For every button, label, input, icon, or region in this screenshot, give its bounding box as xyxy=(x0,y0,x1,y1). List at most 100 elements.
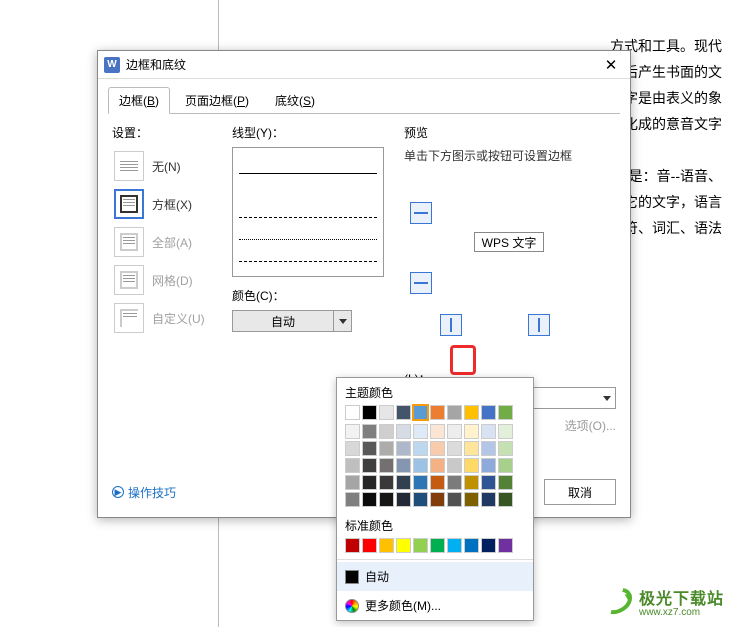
tab-page-borders[interactable]: 页面边框(P) xyxy=(174,87,260,114)
close-button[interactable]: ✕ xyxy=(598,54,624,76)
color-swatch[interactable] xyxy=(379,492,394,507)
setting-all[interactable]: 全部(A) xyxy=(112,223,220,261)
color-swatch[interactable] xyxy=(413,492,428,507)
color-swatch[interactable] xyxy=(447,441,462,456)
edge-button-bottom[interactable] xyxy=(410,272,432,294)
line-style-dash[interactable] xyxy=(239,200,377,218)
color-swatch[interactable] xyxy=(498,441,513,456)
color-swatch[interactable] xyxy=(498,538,513,553)
color-auto-option[interactable]: 自动 xyxy=(337,562,533,591)
color-swatch[interactable] xyxy=(464,405,479,420)
color-swatch[interactable] xyxy=(481,441,496,456)
line-style-dashdot[interactable] xyxy=(239,244,377,262)
setting-grid[interactable]: 网格(D) xyxy=(112,261,220,299)
color-swatch[interactable] xyxy=(464,458,479,473)
tips-label: 操作技巧 xyxy=(128,484,176,501)
setting-none-label: 无(N) xyxy=(152,158,181,175)
color-swatch[interactable] xyxy=(345,492,360,507)
color-swatch[interactable] xyxy=(481,458,496,473)
color-swatch[interactable] xyxy=(481,538,496,553)
color-swatch[interactable] xyxy=(447,458,462,473)
color-combobox[interactable]: 自动 xyxy=(232,310,352,332)
color-swatch[interactable] xyxy=(362,492,377,507)
edge-button-left[interactable] xyxy=(440,314,462,336)
color-swatch[interactable] xyxy=(379,538,394,553)
cancel-button[interactable]: 取消 xyxy=(544,479,616,505)
color-swatch[interactable] xyxy=(447,538,462,553)
color-swatch[interactable] xyxy=(396,492,411,507)
color-swatch[interactable] xyxy=(362,458,377,473)
chevron-down-icon xyxy=(603,396,611,401)
color-swatch[interactable] xyxy=(430,441,445,456)
color-swatch[interactable] xyxy=(362,405,377,420)
color-swatch[interactable] xyxy=(430,405,445,420)
color-swatch[interactable] xyxy=(498,424,513,439)
color-swatch[interactable] xyxy=(345,475,360,490)
color-swatch[interactable] xyxy=(413,405,428,420)
more-colors-option[interactable]: 更多颜色(M)... xyxy=(337,591,533,620)
line-style-dot[interactable] xyxy=(239,222,377,240)
color-swatch[interactable] xyxy=(464,441,479,456)
color-swatch[interactable] xyxy=(498,405,513,420)
color-swatch[interactable] xyxy=(413,475,428,490)
color-swatch[interactable] xyxy=(447,405,462,420)
edge-button-top[interactable] xyxy=(410,202,432,224)
line-style-dash2[interactable] xyxy=(239,266,377,277)
color-swatch[interactable] xyxy=(362,441,377,456)
color-swatch[interactable] xyxy=(481,424,496,439)
color-swatch[interactable] xyxy=(379,405,394,420)
color-swatch[interactable] xyxy=(430,458,445,473)
color-swatch[interactable] xyxy=(396,538,411,553)
color-swatch[interactable] xyxy=(345,405,360,420)
color-swatch[interactable] xyxy=(464,475,479,490)
color-swatch[interactable] xyxy=(481,405,496,420)
edge-button-right[interactable] xyxy=(528,314,550,336)
color-swatch[interactable] xyxy=(498,475,513,490)
color-swatch[interactable] xyxy=(413,458,428,473)
setting-none[interactable]: 无(N) xyxy=(112,147,220,185)
color-swatch[interactable] xyxy=(430,424,445,439)
color-swatch[interactable] xyxy=(345,458,360,473)
color-swatch[interactable] xyxy=(396,424,411,439)
setting-custom[interactable]: 自定义(U) xyxy=(112,299,220,337)
color-swatch[interactable] xyxy=(447,475,462,490)
tab-borders[interactable]: 边框(B) xyxy=(108,87,170,114)
color-swatch[interactable] xyxy=(396,441,411,456)
color-swatch[interactable] xyxy=(396,458,411,473)
color-swatch[interactable] xyxy=(396,475,411,490)
tab-shading[interactable]: 底纹(S) xyxy=(264,87,326,114)
color-swatch[interactable] xyxy=(413,424,428,439)
setting-box[interactable]: 方框(X) xyxy=(112,185,220,223)
color-swatch[interactable] xyxy=(413,538,428,553)
color-swatch[interactable] xyxy=(345,424,360,439)
color-swatch[interactable] xyxy=(362,475,377,490)
color-swatch[interactable] xyxy=(345,538,360,553)
color-swatch[interactable] xyxy=(396,405,411,420)
color-swatch[interactable] xyxy=(430,538,445,553)
tips-link[interactable]: ▶ 操作技巧 xyxy=(112,484,176,501)
settings-label: 设置： xyxy=(112,124,220,141)
line-type-label: 线型(Y)： xyxy=(232,124,392,141)
color-swatch[interactable] xyxy=(464,492,479,507)
color-swatch[interactable] xyxy=(498,458,513,473)
color-swatch[interactable] xyxy=(481,492,496,507)
color-swatch[interactable] xyxy=(345,441,360,456)
color-swatch[interactable] xyxy=(498,492,513,507)
color-swatch[interactable] xyxy=(430,475,445,490)
line-style-list[interactable] xyxy=(232,147,384,277)
color-swatch[interactable] xyxy=(413,441,428,456)
color-swatch[interactable] xyxy=(481,475,496,490)
color-swatch[interactable] xyxy=(464,424,479,439)
color-swatch[interactable] xyxy=(362,424,377,439)
line-style-solid[interactable] xyxy=(239,156,377,174)
color-combobox-arrow[interactable] xyxy=(333,310,351,332)
color-swatch[interactable] xyxy=(362,538,377,553)
color-swatch[interactable] xyxy=(430,492,445,507)
color-swatch[interactable] xyxy=(464,538,479,553)
color-swatch[interactable] xyxy=(379,458,394,473)
color-swatch[interactable] xyxy=(447,424,462,439)
color-swatch[interactable] xyxy=(447,492,462,507)
color-swatch[interactable] xyxy=(379,475,394,490)
color-swatch[interactable] xyxy=(379,424,394,439)
color-swatch[interactable] xyxy=(379,441,394,456)
